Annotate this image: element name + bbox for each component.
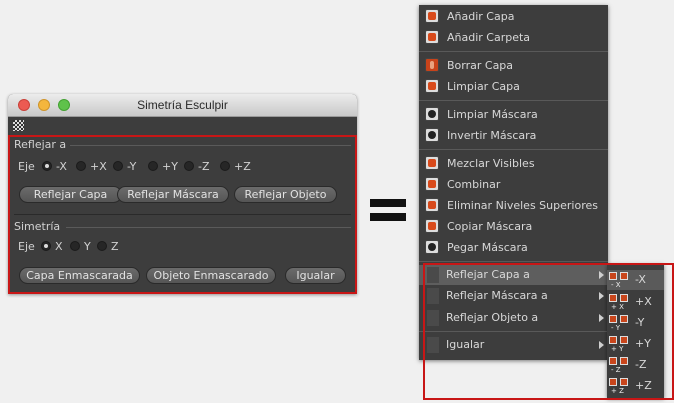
menu-item-clear-mask[interactable]: Limpiar Máscara	[419, 105, 608, 125]
remove-levels-icon	[425, 198, 439, 212]
equals-sign-bottom	[370, 213, 406, 221]
menu-item-add-layer[interactable]: Añadir Capa	[419, 7, 608, 27]
highlight-frame-submenu	[604, 263, 674, 400]
menu-separator	[419, 51, 608, 52]
highlight-frame-dialog	[8, 135, 357, 294]
merge-visible-icon	[425, 156, 439, 170]
menu-item-label: Limpiar Máscara	[447, 108, 538, 121]
menu-item-label: Copiar Máscara	[447, 220, 533, 233]
window-titlebar[interactable]: Simetría Esculpir	[8, 94, 357, 117]
menu-item-label: Eliminar Niveles Superiores	[447, 199, 598, 212]
menu-separator	[419, 100, 608, 101]
menu-item-add-folder[interactable]: Añadir Carpeta	[419, 28, 608, 48]
menu-item-label: Limpiar Capa	[447, 80, 520, 93]
trash-icon	[425, 58, 439, 72]
paste-mask-icon	[425, 240, 439, 254]
add-layer-icon	[425, 9, 439, 23]
menu-item-clear-layer[interactable]: Limpiar Capa	[419, 77, 608, 97]
invert-mask-icon	[425, 128, 439, 142]
combine-icon	[425, 177, 439, 191]
menu-item-combine[interactable]: Combinar	[419, 175, 608, 195]
menu-item-label: Añadir Carpeta	[447, 31, 531, 44]
menu-item-invert-mask[interactable]: Invertir Máscara	[419, 126, 608, 146]
menu-item-label: Mezclar Visibles	[447, 157, 535, 170]
menu-item-label: Añadir Capa	[447, 10, 515, 23]
menu-separator	[419, 261, 608, 262]
menu-item-delete-layer[interactable]: Borrar Capa	[419, 56, 608, 76]
add-folder-icon	[425, 30, 439, 44]
menu-item-copy-mask[interactable]: Copiar Máscara	[419, 217, 608, 237]
dialog-menu-icon[interactable]	[13, 120, 24, 131]
menu-item-merge-visible[interactable]: Mezclar Visibles	[419, 154, 608, 174]
clear-mask-icon	[425, 107, 439, 121]
menu-item-label: Borrar Capa	[447, 59, 514, 72]
menu-item-label: Invertir Máscara	[447, 129, 537, 142]
menu-separator	[419, 149, 608, 150]
menu-item-remove-higher-levels[interactable]: Eliminar Niveles Superiores	[419, 196, 608, 216]
copy-mask-icon	[425, 219, 439, 233]
menu-item-label: Pegar Máscara	[447, 241, 528, 254]
window-title: Simetría Esculpir	[137, 98, 228, 112]
equals-sign-top	[370, 199, 406, 207]
clear-layer-icon	[425, 79, 439, 93]
menu-item-paste-mask[interactable]: Pegar Máscara	[419, 238, 608, 258]
menu-item-label: Combinar	[447, 178, 501, 191]
